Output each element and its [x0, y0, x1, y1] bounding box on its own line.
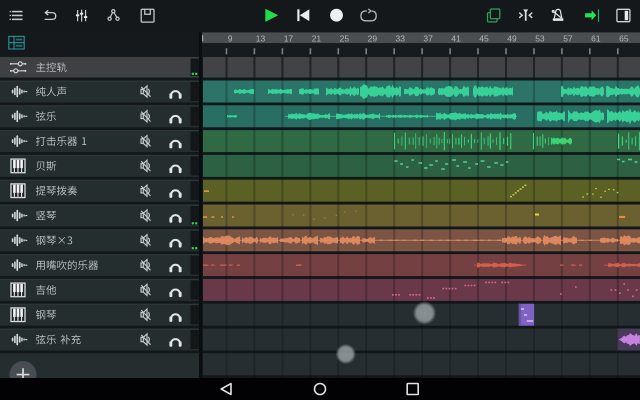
svg-text:17: 17 — [284, 33, 294, 43]
svg-text:53: 53 — [535, 33, 545, 43]
svg-text:33: 33 — [396, 33, 406, 43]
svg-text:65: 65 — [619, 33, 629, 43]
svg-text:29: 29 — [368, 33, 378, 43]
svg-text:41: 41 — [451, 33, 461, 43]
svg-text:37: 37 — [423, 33, 433, 43]
svg-text:25: 25 — [340, 33, 350, 43]
svg-text:9: 9 — [228, 33, 233, 43]
svg-text:49: 49 — [507, 33, 517, 43]
svg-text:21: 21 — [312, 33, 322, 43]
svg-text:57: 57 — [563, 33, 573, 43]
svg-text:61: 61 — [591, 33, 601, 43]
svg-text:45: 45 — [479, 33, 489, 43]
svg-text:13: 13 — [256, 33, 266, 43]
